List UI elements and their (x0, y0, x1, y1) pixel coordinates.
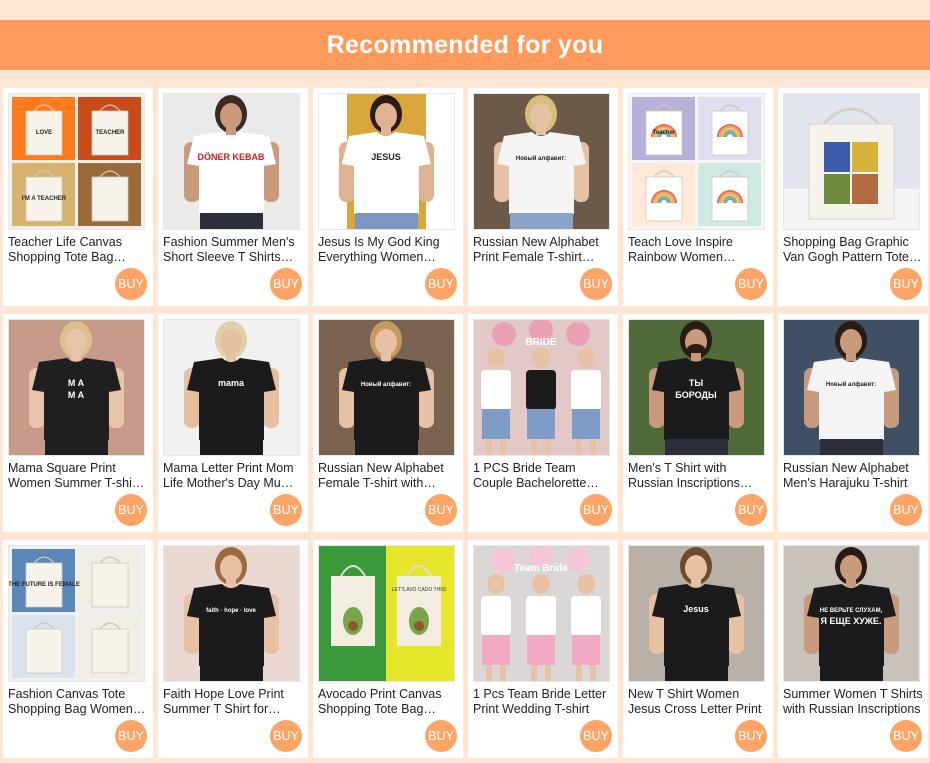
tshirt-model-image[interactable]: JESUS (318, 93, 455, 230)
bride-team-image[interactable]: BRIDE (473, 319, 610, 456)
product-title[interactable]: Mama Letter Print Mom Life Mother's Day … (163, 461, 303, 491)
tshirt-model-image[interactable]: Новый алфавит: (318, 319, 455, 456)
svg-text:TEACHER: TEACHER (95, 130, 125, 136)
buy-button[interactable]: BUY (115, 494, 147, 526)
tshirt-model-image[interactable]: mama (163, 319, 300, 456)
product-title[interactable]: 1 PCS Bride Team Couple Bachelorette Par… (473, 461, 613, 491)
product-card[interactable]: LET'S AVO CADO THIS! Avocado Print Canvas… (313, 540, 463, 758)
tshirt-model-image[interactable]: DÖNER KEBAB (163, 93, 300, 230)
product-card[interactable]: Team Bride 1 Pcs Team Bride Letter Print … (468, 540, 618, 758)
product-card[interactable]: DÖNER KEBAB Fashion Summer Men's Short Sl… (158, 88, 308, 306)
product-card[interactable]: mama Mama Letter Print Mom Life Mother's … (158, 314, 308, 532)
product-title[interactable]: Jesus Is My God King Everything Women Su… (318, 235, 458, 265)
product-card[interactable]: ТЫ БОРОДЫ Men's T Shirt with Russian Inscr… (623, 314, 773, 532)
svg-text:БОРОДЫ: БОРОДЫ (675, 390, 717, 400)
buy-button[interactable]: BUY (735, 720, 767, 752)
svg-text:ТЫ: ТЫ (689, 378, 703, 388)
product-title[interactable]: Men's T Shirt with Russian Inscriptions … (628, 461, 768, 491)
product-title[interactable]: Summer Women T Shirts with Russian Inscr… (783, 687, 923, 717)
product-card[interactable]: НЕ ВЕРЬТЕ СЛУХАМ, Я ЕЩЕ ХУЖЕ. Summer Women… (778, 540, 928, 758)
tshirt-model-image[interactable]: faith · hope · love (163, 545, 300, 682)
tshirt-model-image[interactable]: Новый алфавит: (473, 93, 610, 230)
product-title[interactable]: Shopping Bag Graphic Van Gogh Pattern To… (783, 235, 923, 265)
svg-text:M A: M A (68, 390, 85, 400)
buy-button[interactable]: BUY (115, 268, 147, 300)
product-title[interactable]: Faith Hope Love Print Summer T Shirt for… (163, 687, 303, 717)
product-card[interactable]: Shopping Bag Graphic Van Gogh Pattern To… (778, 88, 928, 306)
product-card[interactable]: Jesus New T Shirt Women Jesus Cross Lette… (623, 540, 773, 758)
product-title[interactable]: Fashion Summer Men's Short Sleeve T Shir… (163, 235, 303, 265)
product-title[interactable]: Russian New Alphabet Men's Harajuku T-sh… (783, 461, 923, 491)
svg-text:НЕ ВЕРЬТЕ СЛУХАМ,: НЕ ВЕРЬТЕ СЛУХАМ, (820, 608, 883, 614)
svg-text:THE FUTURE IS FEMALE: THE FUTURE IS FEMALE (9, 582, 80, 588)
buy-button[interactable]: BUY (580, 720, 612, 752)
product-card[interactable]: BRIDE 1 PCS Bride Team Couple Bachelorett… (468, 314, 618, 532)
product-title[interactable]: New T Shirt Women Jesus Cross Letter Pri… (628, 687, 768, 717)
bride-team-image[interactable]: Team Bride (473, 545, 610, 682)
product-title[interactable]: Teach Love Inspire Rainbow Women Canvas … (628, 235, 768, 265)
svg-text:Новый алфавит:: Новый алфавит: (361, 381, 411, 388)
product-title[interactable]: Russian New Alphabet Female T-shirt with… (318, 461, 458, 491)
svg-text:LET'S AVO CADO THIS!: LET'S AVO CADO THIS! (392, 587, 447, 593)
product-title[interactable]: Teacher Life Canvas Shopping Tote Bag Wo… (8, 235, 148, 265)
tshirt-model-image[interactable]: Jesus (628, 545, 765, 682)
svg-text:Новый алфавит:: Новый алфавит: (516, 155, 566, 162)
product-grid: LOVE TEACHER I'M A TEACHER Teacher Life Can… (3, 88, 928, 758)
svg-text:M A: M A (68, 378, 85, 388)
svg-text:BRIDE: BRIDE (525, 337, 556, 348)
svg-text:faith · hope · love: faith · hope · love (206, 608, 256, 614)
tote-bag-image[interactable] (783, 93, 920, 230)
buy-button[interactable]: BUY (735, 268, 767, 300)
product-card[interactable]: faith · hope · love Faith Hope Love Print… (158, 540, 308, 758)
svg-text:Я ЕЩЕ ХУЖЕ.: Я ЕЩЕ ХУЖЕ. (821, 616, 882, 626)
buy-button[interactable]: BUY (890, 720, 922, 752)
product-card[interactable]: THE FUTURE IS FEMALE Fashion Canvas Tote … (3, 540, 153, 758)
buy-button[interactable]: BUY (425, 268, 457, 300)
product-title[interactable]: Russian New Alphabet Print Female T-shir… (473, 235, 613, 265)
buy-button[interactable]: BUY (115, 720, 147, 752)
svg-text:I'M A TEACHER: I'M A TEACHER (22, 196, 67, 202)
buy-button[interactable]: BUY (580, 494, 612, 526)
svg-text:mama: mama (218, 378, 245, 388)
product-card[interactable]: Новый алфавит: Russian New Alphabet Femal… (313, 314, 463, 532)
tote-bag-image[interactable]: LET'S AVO CADO THIS! (318, 545, 455, 682)
buy-button[interactable]: BUY (270, 268, 302, 300)
buy-button[interactable]: BUY (270, 720, 302, 752)
tshirt-model-image[interactable]: ТЫ БОРОДЫ (628, 319, 765, 456)
product-card[interactable]: Новый алфавит: Russian New Alphabet Print… (468, 88, 618, 306)
buy-button[interactable]: BUY (425, 720, 457, 752)
svg-text:LOVE: LOVE (36, 130, 52, 136)
tote-bag-collage-image[interactable]: LOVE TEACHER I'M A TEACHER (8, 93, 145, 230)
product-title[interactable]: Mama Square Print Women Summer T-shirt C… (8, 461, 148, 491)
svg-text:Новый алфавит:: Новый алфавит: (826, 381, 876, 388)
product-card[interactable]: Teacher Teach Love Inspire Rainbow Women … (623, 88, 773, 306)
tshirt-model-image[interactable]: M A M A (8, 319, 145, 456)
buy-button[interactable]: BUY (735, 494, 767, 526)
tshirt-model-image[interactable]: Новый алфавит: (783, 319, 920, 456)
product-title[interactable]: Fashion Canvas Tote Shopping Bag Women E… (8, 687, 148, 717)
svg-text:Teacher: Teacher (653, 130, 676, 136)
tshirt-model-image[interactable]: НЕ ВЕРЬТЕ СЛУХАМ, Я ЕЩЕ ХУЖЕ. (783, 545, 920, 682)
banner-title: Recommended for you (326, 30, 604, 59)
buy-button[interactable]: BUY (270, 494, 302, 526)
buy-button[interactable]: BUY (890, 268, 922, 300)
product-title[interactable]: 1 Pcs Team Bride Letter Print Wedding T-… (473, 687, 613, 717)
tote-bag-collage-image[interactable]: THE FUTURE IS FEMALE (8, 545, 145, 682)
tote-bag-collage-image[interactable]: Teacher (628, 93, 765, 230)
product-card[interactable]: JESUS Jesus Is My God King Everything Wom… (313, 88, 463, 306)
buy-button[interactable]: BUY (890, 494, 922, 526)
recommended-banner: Recommended for you (0, 20, 930, 70)
svg-text:JESUS: JESUS (371, 152, 401, 162)
top-strip (0, 0, 930, 20)
product-card[interactable]: LOVE TEACHER I'M A TEACHER Teacher Life Can… (3, 88, 153, 306)
svg-text:Jesus: Jesus (683, 604, 709, 614)
svg-text:DÖNER KEBAB: DÖNER KEBAB (197, 152, 265, 162)
product-title[interactable]: Avocado Print Canvas Shopping Tote Bag W… (318, 687, 458, 717)
product-card[interactable]: Новый алфавит: Russian New Alphabet Men's… (778, 314, 928, 532)
svg-text:Team Bride: Team Bride (514, 563, 568, 574)
buy-button[interactable]: BUY (425, 494, 457, 526)
product-card[interactable]: M A M A Mama Square Print Women Summer T-s… (3, 314, 153, 532)
buy-button[interactable]: BUY (580, 268, 612, 300)
